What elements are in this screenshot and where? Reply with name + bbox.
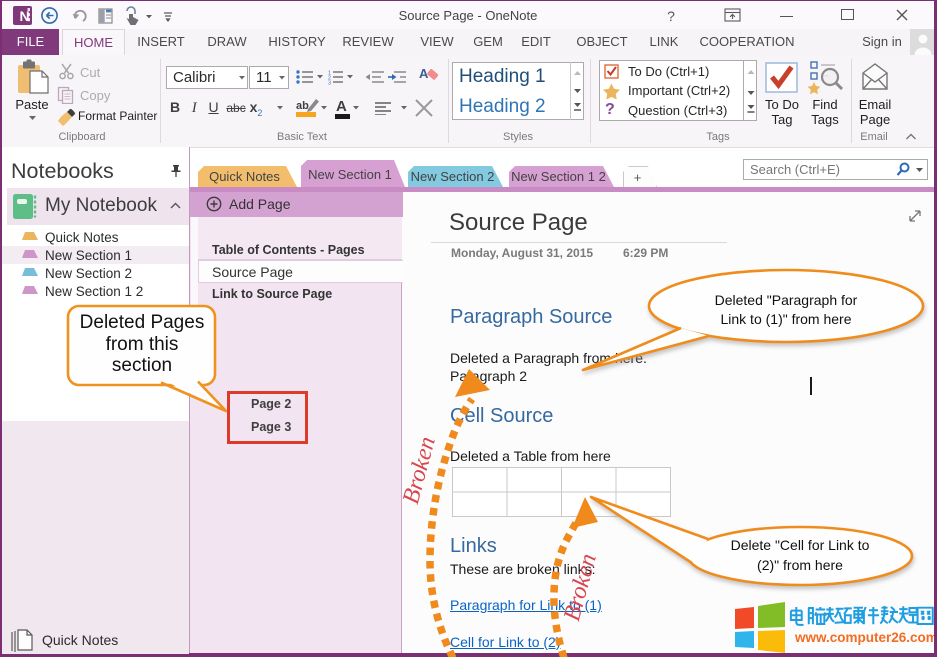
svg-text:ab: ab — [296, 100, 309, 112]
svg-text:3: 3 — [328, 81, 331, 86]
